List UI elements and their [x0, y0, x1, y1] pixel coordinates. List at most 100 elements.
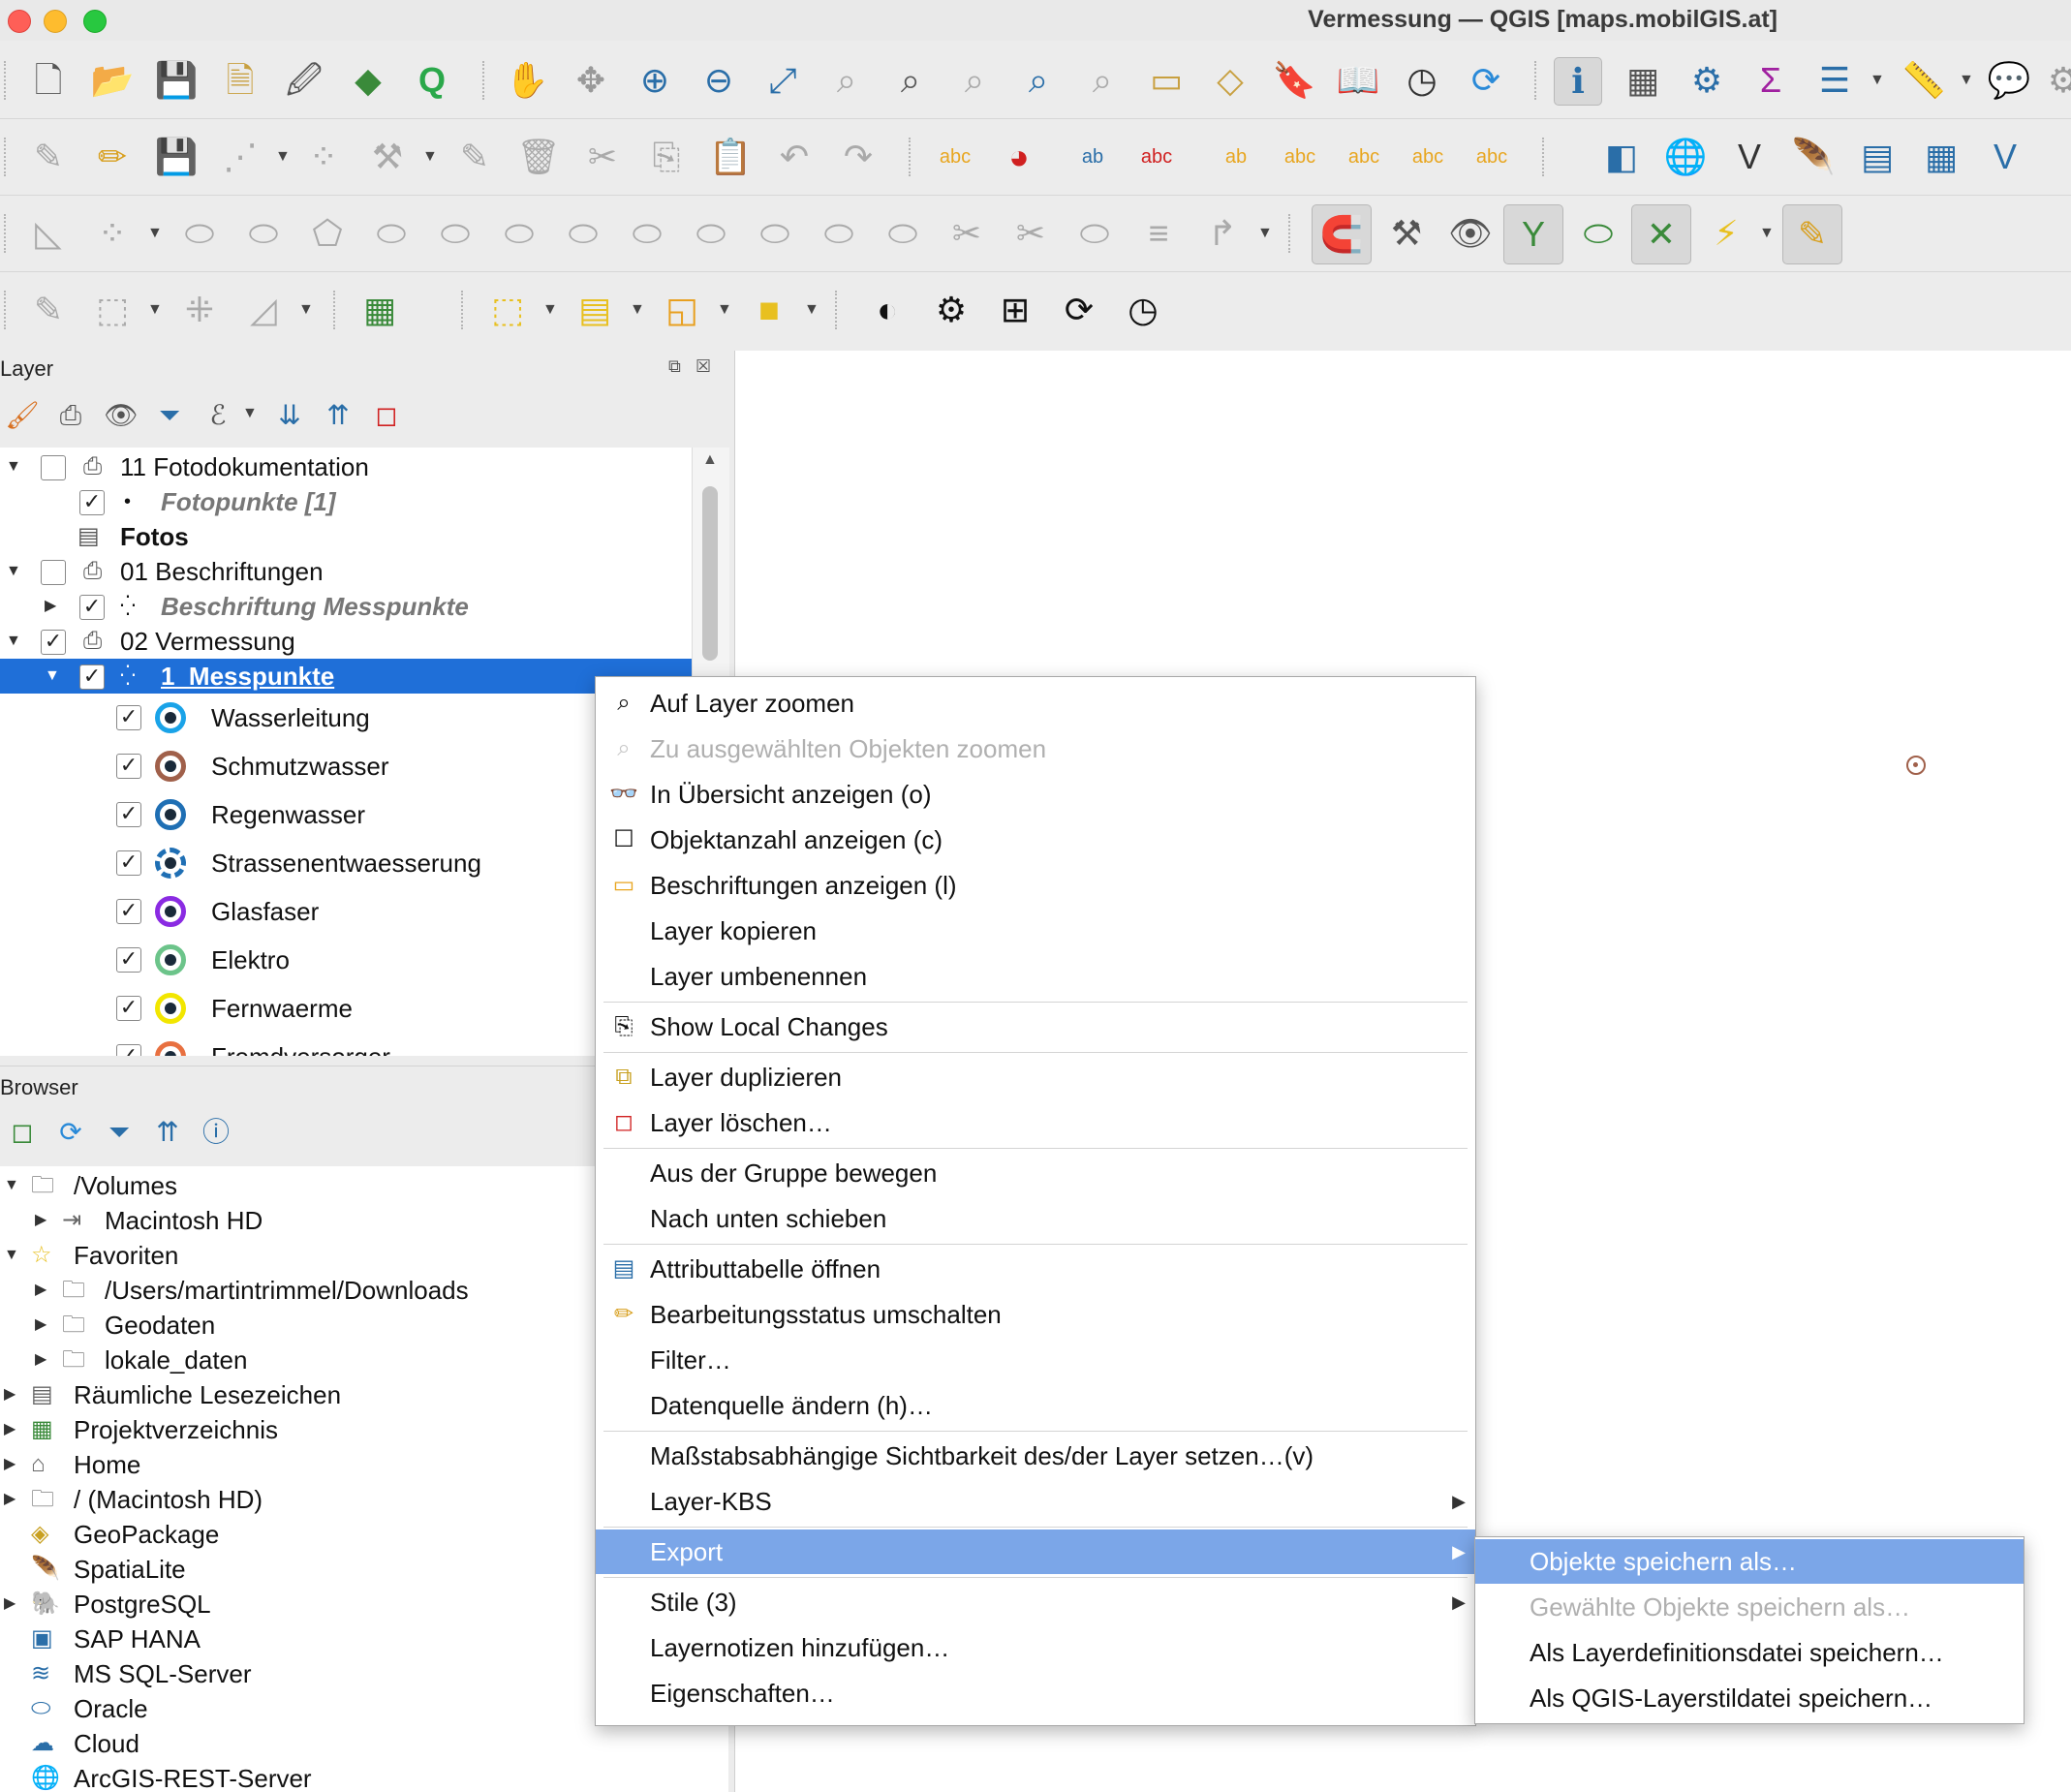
context-menu-item[interactable]: Export ▶ [596, 1529, 1475, 1574]
rotate-label-icon[interactable]: abc [1405, 134, 1451, 180]
toolbar-grip[interactable] [1288, 214, 1294, 253]
merge-features-icon[interactable]: ✂ [943, 210, 990, 257]
legend-item[interactable]: ✓ Wasserleitung [0, 694, 692, 742]
offset-curve-icon[interactable]: ⬭ [752, 210, 798, 257]
context-menu-item[interactable]: Nach unten schieben [596, 1196, 1475, 1241]
add-spatialite-icon[interactable]: 🪶 [1790, 134, 1837, 180]
attribute-table-toolbar-icon[interactable]: ☰ [1811, 57, 1858, 104]
move-feature-icon[interactable]: ⁘ [89, 210, 136, 257]
style-manager-icon[interactable]: ◆ [345, 57, 391, 104]
float-panel-icon[interactable]: ⧉ [668, 356, 681, 377]
snap-to-area-icon[interactable]: ⬭ [1575, 210, 1622, 257]
toolbar-grip[interactable] [4, 138, 10, 176]
pan-to-selection-icon[interactable]: ✥ [568, 57, 614, 104]
add-selected-layers-icon[interactable]: ◻ [4, 1114, 41, 1151]
merge-attributes-icon[interactable]: ✂ [1007, 210, 1054, 257]
chevron-down-icon[interactable]: ▼ [542, 301, 558, 319]
toolbar-grip[interactable] [4, 214, 10, 253]
current-edits-icon[interactable]: ✎ [25, 134, 72, 180]
diagram-options-icon[interactable]: ◕ [996, 134, 1042, 180]
zoom-out-icon[interactable]: ⊖ [695, 57, 742, 104]
triangle-tool-icon[interactable]: ◿ [240, 287, 287, 333]
add-vector-tile-icon[interactable]: V [1982, 134, 2028, 180]
layer-group-row[interactable]: ▼ ✓ ⎙ 02 Vermessung [0, 624, 692, 659]
browser-item[interactable]: 🌐 ArcGIS-REST-Server [0, 1761, 728, 1792]
toolbar-grip[interactable] [482, 61, 488, 100]
legend-item[interactable]: ✓ Fernwaerme [0, 984, 692, 1033]
expand-arrow-icon[interactable]: ▶ [4, 1587, 15, 1622]
legend-checkbox[interactable]: ✓ [116, 947, 141, 973]
undo-icon[interactable]: ↶ [771, 134, 818, 180]
add-group-icon[interactable]: ⎙ [52, 397, 89, 434]
select-by-shape-icon[interactable]: ⬚ [89, 287, 136, 333]
expand-arrow-icon[interactable]: ▶ [4, 1377, 15, 1412]
deselect-features-icon[interactable]: ◱ [659, 287, 705, 333]
simplify-feature-icon[interactable]: ⬠ [304, 210, 351, 257]
context-menu-item[interactable]: ▤ Attributtabelle öffnen [596, 1247, 1475, 1291]
layer-checkbox[interactable]: ✓ [41, 630, 66, 655]
refresh-icon[interactable]: ⟳ [52, 1114, 89, 1151]
zoom-next-icon[interactable]: ⌕ [1079, 57, 1126, 104]
layer-checkbox[interactable] [41, 560, 66, 585]
context-menu-item[interactable]: ⌕ Auf Layer zoomen [596, 681, 1475, 726]
expand-arrow-icon[interactable]: ▼ [6, 449, 21, 484]
zoom-full-icon[interactable]: ⤢ [759, 57, 806, 104]
legend-item[interactable]: ✓ Schmutzwasser [0, 742, 692, 790]
chevron-down-icon[interactable]: ▼ [422, 148, 438, 166]
toolbox-icon[interactable]: ⚙ [1684, 57, 1730, 104]
remove-layer-icon[interactable]: ◻ [368, 397, 405, 434]
scrollbar-thumb[interactable] [702, 486, 718, 661]
legend-item[interactable]: ✓ Glasfaser [0, 887, 692, 936]
context-menu-item[interactable]: Stile (3) ▶ [596, 1580, 1475, 1624]
open-field-calculator-icon[interactable]: ▦ [1620, 57, 1666, 104]
chevron-down-icon[interactable]: ▼ [1759, 225, 1775, 242]
toolbar-grip[interactable] [4, 61, 10, 100]
context-menu-item[interactable]: Filter… [596, 1338, 1475, 1382]
toolbar-grip[interactable] [835, 291, 841, 329]
snapping-config-icon[interactable]: ⚒ [1383, 210, 1430, 257]
minimize-window-button[interactable] [44, 10, 67, 33]
new-3d-map-icon[interactable]: ◇ [1207, 57, 1253, 104]
layer-checkbox[interactable]: ✓ [79, 490, 105, 515]
context-menu-item[interactable]: Maßstabsabhängige Sichtbarkeit des/der L… [596, 1434, 1475, 1478]
manage-map-themes-eye-icon[interactable]: 👁 [103, 397, 139, 434]
pin-labels-icon[interactable]: ab [1069, 134, 1116, 180]
zoom-in-icon[interactable]: ⊕ [632, 57, 678, 104]
delete-ring-icon[interactable]: ⬭ [560, 210, 606, 257]
legend-checkbox[interactable]: ✓ [116, 899, 141, 924]
advanced-digitizing-icon[interactable]: ◺ [25, 210, 72, 257]
rotate-point-symbols-icon[interactable]: ⬭ [1071, 210, 1118, 257]
select-by-location-icon[interactable]: ■ [746, 287, 792, 333]
context-menu-item[interactable]: 👓 In Übersicht anzeigen (o) [596, 772, 1475, 817]
copy-features-icon[interactable]: ⎘ [643, 134, 690, 180]
legend-item[interactable]: ✓ Strassenentwaesserung [0, 839, 692, 887]
toolbar-grip[interactable] [333, 291, 339, 329]
expand-arrow-icon[interactable]: ▶ [35, 1343, 46, 1377]
layout-manager-icon[interactable]: 🖉 [281, 57, 327, 104]
new-table-icon[interactable]: ▦ [356, 287, 403, 333]
chevron-down-icon[interactable]: ▼ [630, 301, 645, 319]
context-menu-item[interactable]: ▭ Beschriftungen anzeigen (l) [596, 863, 1475, 908]
layer-checkbox[interactable]: ✓ [79, 595, 105, 620]
context-menu-item[interactable]: Datenquelle ändern (h)… [596, 1383, 1475, 1428]
refresh-icon[interactable]: ⟳ [1463, 57, 1509, 104]
context-menu-item[interactable]: Layernotizen hinzufügen… [596, 1625, 1475, 1670]
open-project-icon[interactable]: 📂 [89, 57, 136, 104]
statistical-summary-icon[interactable]: Σ [1747, 57, 1794, 104]
redo-icon[interactable]: ↷ [835, 134, 881, 180]
map-tips-icon[interactable]: 💬 [1986, 57, 2032, 104]
context-menu-item[interactable]: ✏ Bearbeitungsstatus umschalten [596, 1292, 1475, 1337]
context-menu-item[interactable]: ⧉ Layer duplizieren [596, 1055, 1475, 1099]
measure-line-icon[interactable]: 📏 [1901, 57, 1947, 104]
qgis-plugin-icon[interactable]: Q [409, 57, 455, 104]
properties-info-icon[interactable]: ⓘ [198, 1114, 234, 1151]
mergin-create-project-icon[interactable]: ⊞ [992, 287, 1038, 333]
legend-checkbox[interactable]: ✓ [116, 996, 141, 1021]
maximize-window-button[interactable] [83, 10, 107, 33]
toolbar-grip[interactable] [1542, 138, 1548, 176]
close-panel-icon[interactable]: ☒ [695, 356, 711, 377]
chevron-down-icon[interactable]: ▼ [242, 405, 258, 422]
save-edits-icon[interactable]: 💾 [153, 134, 200, 180]
filter-by-expression-icon[interactable]: ℰ [200, 397, 236, 434]
expand-arrow-icon[interactable]: ▼ [6, 624, 21, 659]
